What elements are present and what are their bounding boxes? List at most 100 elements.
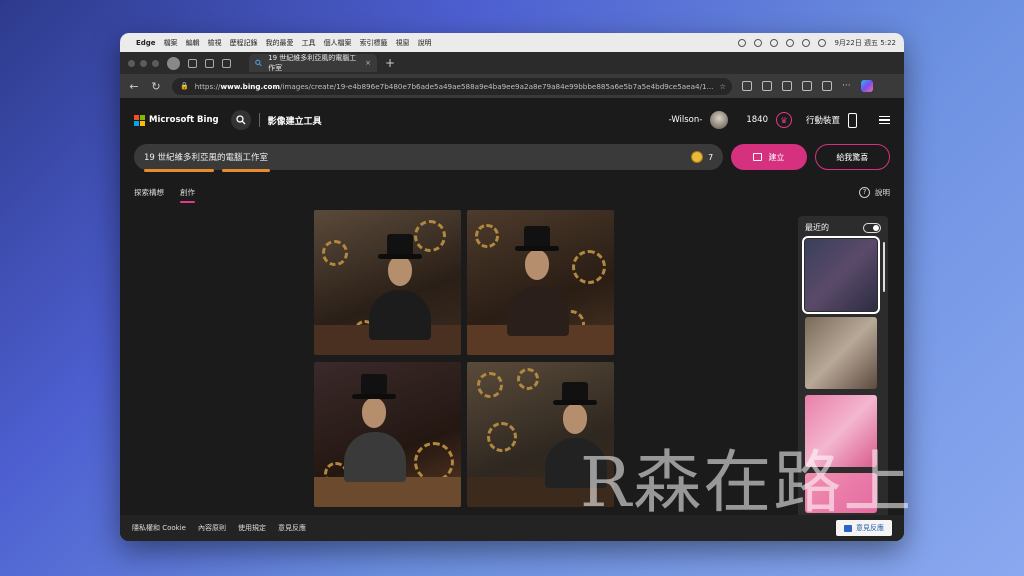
recent-title: 最近的 (805, 223, 829, 232)
favorites-icon[interactable] (782, 81, 792, 91)
menu-item-help[interactable]: 說明 (418, 38, 432, 48)
prompt-input[interactable]: 19 世紀維多利亞風的電腦工作室 7 (134, 144, 724, 172)
rewards-points[interactable]: 1840 (746, 115, 768, 125)
menu-app-name[interactable]: Edge (136, 39, 156, 47)
tab-actions-icon[interactable] (205, 58, 214, 68)
close-tab-icon[interactable]: × (365, 59, 371, 67)
recent-header: 最近的 (805, 222, 881, 233)
extensions-icon[interactable] (742, 81, 752, 91)
menu-item-history[interactable]: 歷程記錄 (230, 38, 258, 48)
hamburger-menu-icon[interactable] (879, 115, 890, 125)
status-icon[interactable] (738, 38, 747, 47)
highlight-underline (144, 169, 214, 172)
collections-icon[interactable] (802, 81, 812, 91)
url-prefix: https:// (194, 81, 221, 91)
boost-coin-icon (691, 151, 704, 163)
address-bar-row: ← ↻ 🔒 https://www.bing.com/images/create… (120, 74, 904, 98)
url-host: www.bing.com (220, 81, 280, 91)
mobile-phone-icon[interactable] (848, 112, 857, 128)
url-path: /images/create/19-e4b896e7b480e7b6ade5a4… (279, 81, 714, 91)
feedback-button-label: 意見反應 (856, 524, 884, 532)
username[interactable]: -Wilson- (669, 115, 703, 125)
back-icon[interactable]: ← (128, 80, 140, 93)
prompt-text: 19 世紀維多利亞風的電腦工作室 (144, 153, 269, 163)
recent-thumbnail[interactable] (805, 317, 877, 389)
rewards-trophy-icon[interactable]: ♛ (775, 112, 792, 128)
footer-link-feedback[interactable]: 意見反應 (278, 523, 306, 533)
subtabs: 探索構想 創作 ? 說明 (120, 182, 904, 203)
image-create-icon (753, 153, 763, 161)
refresh-icon[interactable]: ↻ (150, 80, 162, 93)
search-icon (235, 115, 246, 125)
boost-count: 7 (708, 152, 714, 162)
zoom-window-button[interactable] (152, 59, 159, 67)
create-button[interactable]: 建立 (731, 144, 807, 170)
footer-link-terms[interactable]: 使用規定 (238, 523, 266, 533)
tab-title: 19 世紀維多利亞風的電腦工作室 (268, 54, 357, 72)
create-button-label: 建立 (768, 152, 785, 162)
status-icon[interactable] (770, 38, 779, 47)
help-label: 說明 (875, 187, 890, 197)
bing-header: Microsoft Bing 影像建立工具 -Wilson- 1840 ♛ 行動… (120, 98, 904, 142)
help-icon: ? (859, 186, 870, 198)
menu-item-edit[interactable]: 編輯 (186, 38, 200, 48)
header-right: -Wilson- 1840 ♛ 行動裝置 (669, 111, 890, 129)
recent-scrollbar[interactable] (883, 242, 885, 292)
window-controls (128, 59, 159, 67)
menu-item-tabs[interactable]: 索引標籤 (360, 38, 388, 48)
highlight-underline (222, 169, 270, 172)
brand-name[interactable]: Microsoft Bing (149, 115, 219, 125)
footer-link-content-policy[interactable]: 內容原則 (198, 523, 226, 533)
status-icon[interactable] (754, 38, 763, 47)
surprise-me-button[interactable]: 給我驚喜 (814, 144, 891, 170)
search-icon (255, 59, 262, 67)
control-center-icon[interactable] (818, 38, 827, 47)
close-window-button[interactable] (128, 59, 135, 67)
generated-image-2[interactable] (467, 210, 614, 355)
menu-item-view[interactable]: 檢視 (208, 38, 222, 48)
generated-image-1[interactable] (314, 210, 461, 355)
new-tab-icon[interactable]: + (385, 56, 395, 70)
browser-essentials-icon[interactable] (822, 81, 832, 91)
copilot-icon[interactable] (860, 80, 873, 92)
settings-tab-icon[interactable] (222, 58, 231, 68)
tool-title[interactable]: 影像建立工具 (268, 114, 322, 127)
active-tab[interactable]: 19 世紀維多利亞風的電腦工作室 × (249, 54, 377, 72)
wifi-icon[interactable] (802, 38, 811, 47)
tab-creations[interactable]: 創作 (180, 187, 195, 203)
watermark-text: R森在路上 (580, 444, 914, 523)
recent-toggle[interactable] (863, 222, 881, 233)
favorite-star-icon[interactable]: ☆ (719, 82, 725, 91)
help-link[interactable]: ? 說明 (859, 186, 890, 198)
url-field[interactable]: 🔒 https://www.bing.com/images/create/19-… (172, 77, 732, 95)
menu-item-favorites[interactable]: 我的最愛 (266, 38, 294, 48)
menu-item-file[interactable]: 檔案 (164, 38, 178, 48)
minimize-window-button[interactable] (140, 59, 147, 67)
feedback-icon (844, 524, 852, 532)
tab-bar: 19 世紀維多利亞風的電腦工作室 × + (120, 52, 904, 74)
generated-image-grid (314, 210, 614, 508)
generated-image-3[interactable] (314, 362, 461, 507)
search-button[interactable] (230, 110, 251, 130)
header-divider (258, 113, 260, 127)
boost-counter[interactable]: 7 (691, 151, 713, 163)
more-options-icon[interactable]: ··· (842, 81, 851, 91)
lock-icon: 🔒 (180, 82, 189, 90)
footer-link-privacy[interactable]: 隱私權和 Cookie (132, 523, 186, 533)
macos-menu-bar: Edge 檔案 編輯 檢視 歷程記錄 我的最愛 工具 個人檔案 索引標籤 視窗 … (120, 33, 904, 52)
tab-explore[interactable]: 探索構想 (134, 187, 164, 198)
menu-item-profile[interactable]: 個人檔案 (324, 38, 352, 48)
recent-thumbnail[interactable] (802, 236, 880, 314)
workspaces-icon[interactable] (188, 58, 197, 68)
status-icon[interactable] (786, 38, 795, 47)
split-screen-icon[interactable] (762, 81, 772, 91)
prompt-row: 19 世紀維多利亞風的電腦工作室 7 建立 給我驚喜 (120, 142, 904, 172)
user-avatar[interactable] (710, 111, 729, 129)
menubar-clock[interactable]: 9月22日 週五 5:22 (834, 38, 896, 48)
menu-item-tools[interactable]: 工具 (302, 38, 316, 48)
profile-avatar[interactable] (167, 56, 180, 70)
microsoft-logo-icon (134, 114, 145, 126)
surprise-button-label: 給我驚喜 (836, 152, 869, 162)
menu-item-window[interactable]: 視窗 (396, 38, 410, 48)
mobile-label[interactable]: 行動裝置 (806, 114, 840, 126)
